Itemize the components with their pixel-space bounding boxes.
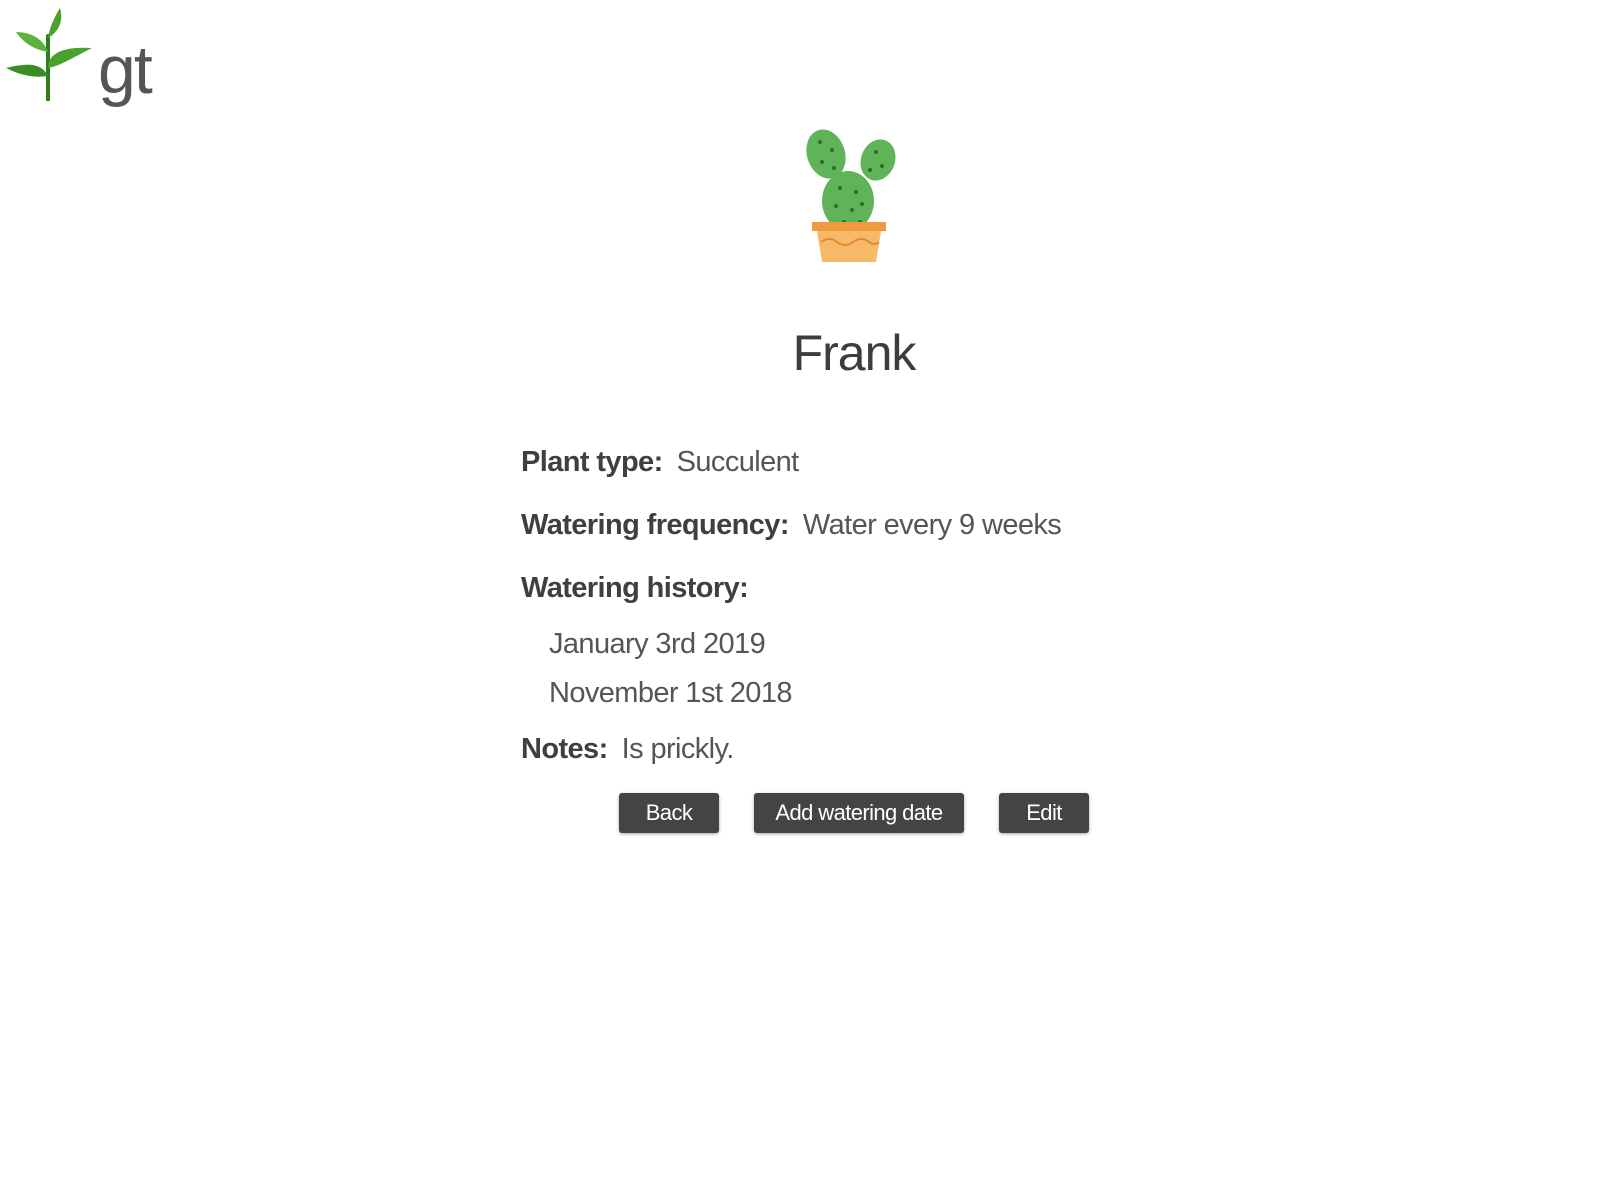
notes-value: Is prickly. (621, 733, 735, 765)
notes-label: Notes: (521, 733, 608, 765)
plant-detail-page: gt Frank Plant type: Succulent Watering f… (0, 0, 1600, 1200)
back-button[interactable]: Back (619, 793, 719, 833)
watering-frequency-label: Watering frequency: (521, 509, 790, 541)
plant-type-row: Plant type: Succulent (521, 448, 799, 477)
action-bar: Back Add watering date Edit (0, 793, 1600, 835)
plant-name: Frank (792, 325, 917, 381)
add-watering-date-button[interactable]: Add watering date (754, 793, 964, 833)
watering-frequency-value: Water every 9 weeks (802, 509, 1062, 541)
plant-type-label: Plant type: (521, 446, 663, 478)
plant-type-value: Succulent (676, 446, 800, 478)
edit-button[interactable]: Edit (999, 793, 1089, 833)
watering-history-label: Watering history: (521, 572, 749, 604)
list-item: January 3rd 2019 (549, 628, 766, 660)
app-logo[interactable]: gt (2, 6, 162, 116)
cactus-in-pot-icon (806, 129, 896, 262)
sprout-icon (6, 8, 92, 101)
watering-history-list: January 3rd 2019 November 1st 2018 (549, 630, 792, 728)
notes-row: Notes: Is prickly. (521, 735, 734, 764)
watering-history-row: Watering history: (521, 572, 749, 604)
list-item: November 1st 2018 (549, 677, 792, 709)
logo-text: gt (98, 32, 153, 108)
watering-frequency-row: Watering frequency: Water every 9 weeks (521, 509, 1062, 541)
